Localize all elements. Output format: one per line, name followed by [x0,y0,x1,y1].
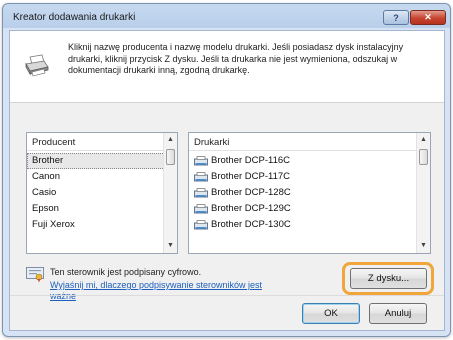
manufacturer-scrollbar[interactable]: ▲ ▼ [163,133,177,253]
printer-item[interactable]: Brother DCP-128C [189,185,430,201]
printer-item-label: Brother DCP-128C [211,187,291,198]
ok-button[interactable]: OK [302,303,360,324]
scroll-thumb[interactable] [419,149,428,165]
scroll-down-icon[interactable]: ▼ [164,239,177,253]
manufacturer-list[interactable]: Producent Brother Canon Casio Epson Fuji… [26,132,178,254]
scroll-down-icon[interactable]: ▼ [417,239,430,253]
scroll-thumb[interactable] [166,149,175,165]
printer-model-icon [194,171,208,181]
driver-signing-help-link[interactable]: Wyjaśnij mi, dlaczego podpisywanie stero… [50,280,270,302]
scroll-up-icon[interactable]: ▲ [164,133,177,147]
printer-model-icon [194,155,208,165]
add-printer-wizard-window: Kreator dodawania drukarki ? ✕ Kliknij n… [2,3,451,337]
printer-model-icon [194,219,208,229]
printer-model-list[interactable]: Drukarki Brother DCP-116C Brother DCP-11… [188,132,431,254]
manufacturer-item-canon[interactable]: Canon [27,169,177,185]
signature-status-text: Ten sterownik jest podpisany cyfrowo. [50,267,202,277]
printer-item-label: Brother DCP-130C [211,219,291,230]
scroll-up-icon[interactable]: ▲ [417,133,430,147]
printer-item-label: Brother DCP-129C [211,203,291,214]
manufacturer-item-casio[interactable]: Casio [27,185,177,201]
title-bar[interactable]: Kreator dodawania drukarki ? ✕ [3,4,450,30]
instructions-header: Kliknij nazwę producenta i nazwę modelu … [10,31,444,103]
printer-model-icon [194,187,208,197]
printer-item[interactable]: Brother DCP-116C [189,153,430,169]
printer-list-header: Drukarki [189,133,430,151]
help-button[interactable]: ? [383,10,409,25]
instructions-text: Kliknij nazwę producenta i nazwę modelu … [68,42,404,75]
certificate-icon [26,267,44,283]
have-disk-button[interactable]: Z dysku... [350,268,427,289]
cancel-button[interactable]: Anuluj [369,303,427,324]
window-title: Kreator dodawania drukarki [13,12,136,23]
manufacturer-list-header: Producent [27,133,177,151]
manufacturer-item-brother[interactable]: Brother [27,153,177,169]
manufacturer-item-epson[interactable]: Epson [27,201,177,217]
close-button[interactable]: ✕ [410,10,446,25]
printer-item-label: Brother DCP-116C [211,155,291,166]
printer-icon [25,54,49,77]
printer-item[interactable]: Brother DCP-129C [189,201,430,217]
printer-model-icon [194,203,208,213]
separator [10,295,444,296]
manufacturer-item-fuji-xerox[interactable]: Fuji Xerox [27,217,177,233]
printer-item[interactable]: Brother DCP-117C [189,169,430,185]
dialog-content: Kliknij nazwę producenta i nazwę modelu … [9,30,445,331]
printer-scrollbar[interactable]: ▲ ▼ [416,133,430,253]
printer-item[interactable]: Brother DCP-130C [189,217,430,233]
printer-item-label: Brother DCP-117C [211,171,291,182]
